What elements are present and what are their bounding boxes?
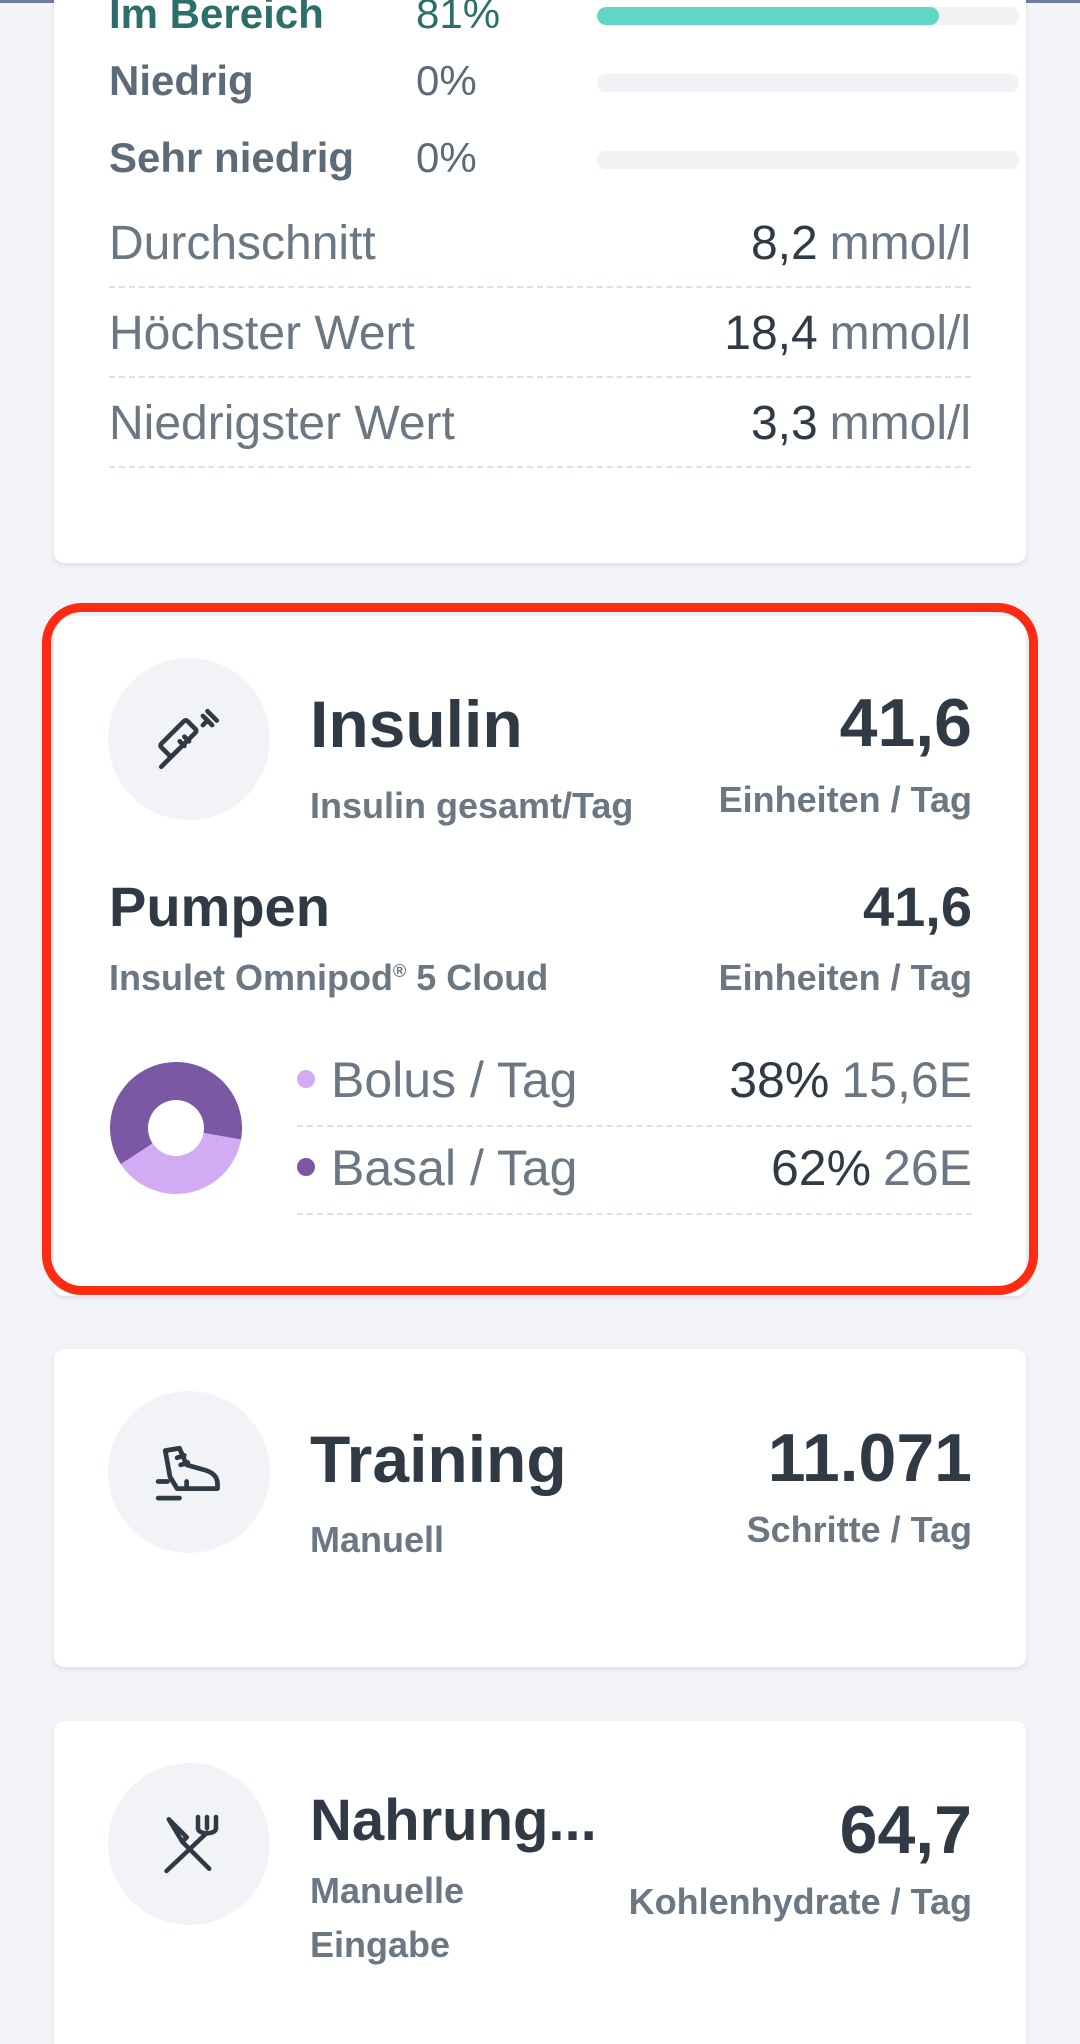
pump-value: 41,6 — [863, 875, 972, 938]
stat-unit: mmol/l — [829, 217, 971, 270]
legend-label: Bolus / Tag — [331, 1052, 578, 1108]
range-label: Niedrig — [109, 57, 254, 104]
training-subtitle: Manuell — [310, 1519, 445, 1560]
stat-row-highest: Höchster Wert 18,4 mmol/l — [109, 288, 971, 378]
stat-number: 18,4 — [724, 307, 818, 360]
syringe-icon — [158, 708, 220, 770]
food-title: Nahrung... — [310, 1788, 597, 1853]
insulin-split-donut — [110, 1062, 242, 1194]
pump-device-name: Insulet Omnipod — [109, 957, 393, 998]
insulin-subtitle: Insulin gesamt/Tag — [310, 785, 634, 826]
sneaker-icon — [155, 1445, 220, 1501]
pump-unit: Einheiten / Tag — [718, 957, 972, 998]
range-bar — [597, 74, 1019, 92]
training-icon-circle — [108, 1391, 270, 1553]
stat-value: 18,4 mmol/l — [724, 306, 971, 361]
legend-percent: 62% — [770, 1140, 872, 1196]
food-value: 64,7 — [839, 1792, 972, 1868]
range-bar-fill — [597, 7, 939, 25]
stat-value: 3,3 mmol/l — [751, 396, 971, 451]
range-bar — [597, 151, 1019, 169]
stat-number: 3,3 — [750, 397, 818, 450]
insulin-title: Insulin — [310, 687, 523, 761]
stat-label: Niedrigster Wert — [109, 397, 455, 450]
training-unit: Schritte / Tag — [746, 1509, 972, 1550]
range-value: 0% — [416, 57, 477, 104]
stat-row-average: Durchschnitt 8,2 mmol/l — [109, 198, 971, 288]
training-value: 11.071 — [767, 1420, 972, 1496]
stat-unit: mmol/l — [829, 307, 971, 360]
stat-value: 8,2 mmol/l — [751, 216, 971, 271]
pump-title: Pumpen — [109, 875, 330, 938]
range-bar — [597, 7, 1019, 25]
range-row-low: Niedrig 0% — [109, 57, 1019, 107]
range-label: Sehr niedrig — [109, 134, 355, 181]
legend-row-basal: Basal / Tag 62% 26E — [297, 1127, 972, 1215]
legend-amount: 15,6E — [841, 1052, 972, 1108]
legend-value: 62% 26E — [771, 1139, 972, 1197]
stat-number: 8,2 — [750, 217, 818, 270]
stat-label: Durchschnitt — [109, 217, 376, 270]
range-row-in-range: Im Bereich 81% — [109, 0, 1019, 40]
training-card[interactable]: Training Manuell 11.071 Schritte / Tag — [54, 1349, 1026, 1667]
food-subtitle-line2: Eingabe — [310, 1924, 451, 1965]
insulin-icon-circle — [108, 658, 270, 820]
fork-knife-icon — [164, 1814, 219, 1874]
legend-value: 38% 15,6E — [729, 1051, 972, 1109]
legend-row-bolus: Bolus / Tag 38% 15,6E — [297, 1039, 972, 1127]
insulin-value: 41,6 — [839, 685, 972, 761]
bolus-dot — [297, 1070, 315, 1088]
food-subtitle-line1: Manuelle — [310, 1870, 465, 1911]
food-card[interactable]: Nahrung... Manuelle Eingabe 64,7 Kohlenh… — [54, 1721, 1026, 2044]
pump-device: Insulet Omnipod® 5 Cloud — [109, 957, 548, 999]
insulin-unit: Einheiten / Tag — [718, 779, 972, 820]
range-value: 0% — [416, 134, 477, 181]
training-title: Training — [310, 1422, 567, 1496]
range-label: Im Bereich — [109, 0, 324, 37]
stat-row-lowest: Niedrigster Wert 3,3 mmol/l — [109, 378, 971, 468]
food-subtitle: Manuelle Eingabe — [310, 1864, 464, 1972]
glucose-card[interactable]: Im Bereich 81% Niedrig 0% Sehr niedrig 0… — [54, 0, 1026, 563]
basal-dot — [297, 1158, 315, 1176]
range-value: 81% — [416, 0, 501, 37]
legend-percent: 38% — [729, 1052, 830, 1108]
insulin-card[interactable]: Insulin Insulin gesamt/Tag 41,6 Einheite… — [54, 616, 1026, 1296]
registered-mark: ® — [393, 961, 407, 981]
legend-amount: 26E — [883, 1140, 972, 1196]
stat-label: Höchster Wert — [109, 307, 415, 360]
legend-label: Basal / Tag — [331, 1140, 578, 1196]
range-row-very-low: Sehr niedrig 0% — [109, 134, 1019, 184]
food-icon-circle — [108, 1763, 270, 1925]
pump-device-suffix: 5 Cloud — [416, 957, 549, 998]
food-unit: Kohlenhydrate / Tag — [628, 1881, 972, 1922]
stat-unit: mmol/l — [829, 397, 971, 450]
